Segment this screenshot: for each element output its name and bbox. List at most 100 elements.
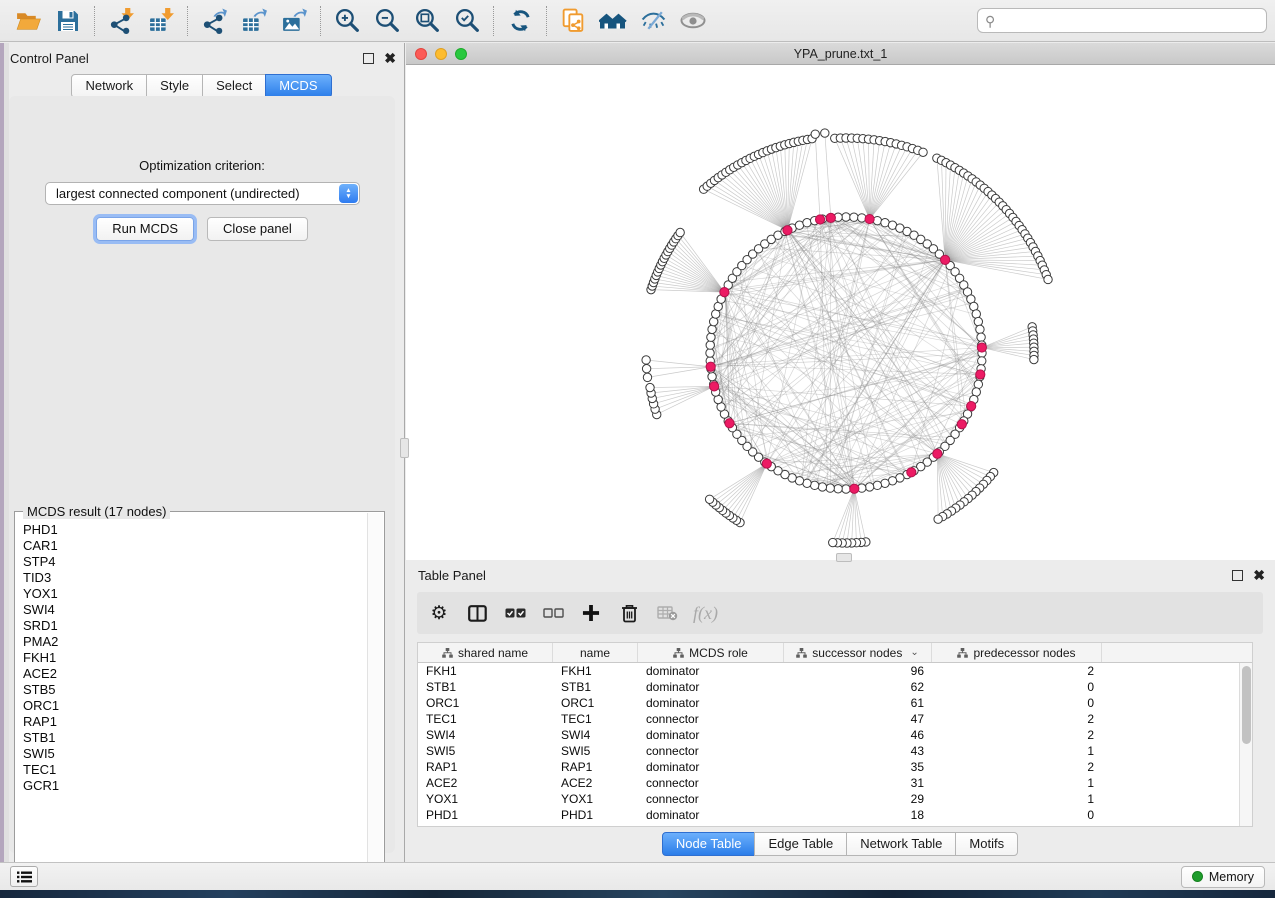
cell-successor-nodes[interactable]: 62: [784, 679, 932, 695]
mcds-result-item[interactable]: TID3: [16, 570, 368, 586]
cell-successor-nodes[interactable]: 31: [784, 775, 932, 791]
cell-MCDS-role[interactable]: dominator: [638, 695, 784, 711]
cell-shared-name[interactable]: STB1: [418, 679, 553, 695]
network-node[interactable]: [818, 483, 826, 491]
network-node[interactable]: [873, 481, 881, 489]
tab-network[interactable]: Network: [71, 74, 147, 98]
cell-shared-name[interactable]: YOX1: [418, 791, 553, 807]
vertical-splitter-handle[interactable]: [400, 438, 409, 458]
float-window-icon[interactable]: [1232, 570, 1243, 581]
network-node[interactable]: [803, 219, 811, 227]
cell-MCDS-role[interactable]: connector: [638, 743, 784, 759]
mcds-result-item[interactable]: SWI5: [16, 746, 368, 762]
cell-name[interactable]: RAP1: [553, 759, 638, 775]
network-node[interactable]: [842, 485, 850, 493]
cell-predecessor-nodes[interactable]: 2: [932, 759, 1102, 775]
mcds-result-item[interactable]: FKH1: [16, 650, 368, 666]
mcds-node[interactable]: [815, 215, 824, 224]
network-node[interactable]: [834, 485, 842, 493]
mcds-node[interactable]: [977, 343, 986, 352]
criterion-select[interactable]: largest connected component (undirected)…: [45, 182, 360, 205]
mcds-result-item[interactable]: ACE2: [16, 666, 368, 682]
close-panel-button[interactable]: Close panel: [207, 217, 308, 241]
network-node[interactable]: [810, 481, 818, 489]
column-header-shared-name[interactable]: shared name: [418, 643, 553, 662]
mcds-result-item[interactable]: CAR1: [16, 538, 368, 554]
cell-MCDS-role[interactable]: dominator: [638, 807, 784, 823]
zoom-fit-button[interactable]: [407, 4, 447, 38]
network-node[interactable]: [842, 213, 850, 221]
cell-shared-name[interactable]: PHD1: [418, 807, 553, 823]
export-network-button[interactable]: [194, 4, 234, 38]
mcds-node[interactable]: [826, 213, 835, 222]
cell-successor-nodes[interactable]: 18: [784, 807, 932, 823]
mcds-node[interactable]: [710, 382, 719, 391]
mcds-node[interactable]: [933, 449, 942, 458]
table-row-ORC1[interactable]: ORC1ORC1dominator610: [418, 695, 1252, 711]
table-vertical-scrollbar[interactable]: [1239, 663, 1252, 826]
cell-name[interactable]: FKH1: [553, 663, 638, 679]
cell-shared-name[interactable]: TEC1: [418, 711, 553, 727]
cell-successor-nodes[interactable]: 43: [784, 743, 932, 759]
cell-MCDS-role[interactable]: connector: [638, 711, 784, 727]
cell-name[interactable]: TEC1: [553, 711, 638, 727]
mcds-result-item[interactable]: GCR1: [16, 778, 368, 794]
select-all-button[interactable]: [503, 599, 527, 627]
column-header-predecessor-nodes[interactable]: predecessor nodes: [932, 643, 1102, 662]
network-node[interactable]: [1030, 355, 1038, 363]
add-column-button[interactable]: [579, 599, 603, 627]
column-header-MCDS-role[interactable]: MCDS role: [638, 643, 784, 662]
network-node[interactable]: [977, 333, 985, 341]
delete-column-button[interactable]: [617, 599, 641, 627]
zoom-out-button[interactable]: [367, 4, 407, 38]
cell-name[interactable]: ACE2: [553, 775, 638, 791]
table-row-TEC1[interactable]: TEC1TEC1connector472: [418, 711, 1252, 727]
cell-shared-name[interactable]: RAP1: [418, 759, 553, 775]
cell-name[interactable]: SWI5: [553, 743, 638, 759]
cell-MCDS-role[interactable]: dominator: [638, 727, 784, 743]
table-row-ACE2[interactable]: ACE2ACE2connector311: [418, 775, 1252, 791]
refresh-view-button[interactable]: [500, 4, 540, 38]
mcds-result-item[interactable]: YOX1: [16, 586, 368, 602]
network-node[interactable]: [706, 349, 714, 357]
cell-predecessor-nodes[interactable]: 1: [932, 791, 1102, 807]
network-node[interactable]: [978, 357, 986, 365]
export-image-button[interactable]: [274, 4, 314, 38]
network-graph[interactable]: [406, 65, 1275, 560]
mcds-node[interactable]: [850, 484, 859, 493]
network-node[interactable]: [826, 484, 834, 492]
cell-predecessor-nodes[interactable]: 2: [932, 663, 1102, 679]
hide-panels-button[interactable]: [633, 4, 673, 38]
cell-name[interactable]: PHD1: [553, 807, 638, 823]
cell-MCDS-role[interactable]: dominator: [638, 679, 784, 695]
network-node[interactable]: [829, 538, 837, 546]
cell-shared-name[interactable]: ACE2: [418, 775, 553, 791]
tab-edge-table[interactable]: Edge Table: [754, 832, 847, 856]
column-header-successor-nodes[interactable]: successor nodes⌄: [784, 643, 932, 662]
table-row-SWI4[interactable]: SWI4SWI4dominator462: [418, 727, 1252, 743]
mcds-node[interactable]: [720, 288, 729, 297]
network-node[interactable]: [642, 356, 650, 364]
mcds-result-item[interactable]: PHD1: [16, 522, 368, 538]
cell-successor-nodes[interactable]: 46: [784, 727, 932, 743]
cell-predecessor-nodes[interactable]: 2: [932, 727, 1102, 743]
cell-shared-name[interactable]: ORC1: [418, 695, 553, 711]
cell-successor-nodes[interactable]: 29: [784, 791, 932, 807]
cell-predecessor-nodes[interactable]: 1: [932, 775, 1102, 791]
table-row-PHD1[interactable]: PHD1PHD1dominator180: [418, 807, 1252, 823]
table-row-RAP1[interactable]: RAP1RAP1dominator352: [418, 759, 1252, 775]
task-history-button[interactable]: [10, 866, 38, 887]
cell-MCDS-role[interactable]: dominator: [638, 663, 784, 679]
network-node[interactable]: [1044, 275, 1052, 283]
network-node[interactable]: [976, 325, 984, 333]
cell-predecessor-nodes[interactable]: 0: [932, 679, 1102, 695]
scrollbar-thumb[interactable]: [1242, 666, 1251, 744]
zoom-selected-button[interactable]: [447, 4, 487, 38]
cell-predecessor-nodes[interactable]: 0: [932, 807, 1102, 823]
table-row-STB1[interactable]: STB1STB1dominator620: [418, 679, 1252, 695]
home-layout-button[interactable]: [593, 4, 633, 38]
cell-name[interactable]: SWI4: [553, 727, 638, 743]
cell-successor-nodes[interactable]: 61: [784, 695, 932, 711]
network-node[interactable]: [709, 317, 717, 325]
mcds-node[interactable]: [957, 420, 966, 429]
